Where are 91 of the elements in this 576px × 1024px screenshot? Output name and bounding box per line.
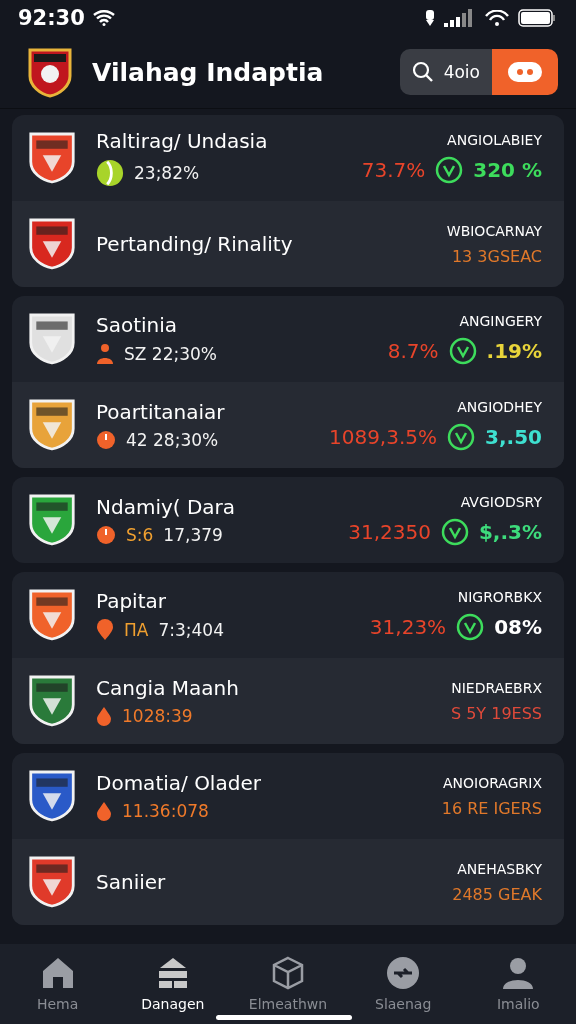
nav-tab[interactable]: Danagen bbox=[117, 955, 228, 1013]
wifi-icon bbox=[484, 10, 510, 26]
stat-prefix: S:6 bbox=[126, 525, 154, 545]
shield-icon bbox=[28, 398, 76, 452]
toggle-button[interactable] bbox=[492, 49, 558, 95]
team-name: Domatia/ Olader bbox=[96, 771, 262, 795]
stat-value: SZ 22;30% bbox=[124, 344, 217, 364]
pin-icon bbox=[96, 619, 114, 641]
stat-value: 42 28;30% bbox=[126, 430, 219, 450]
change-value: 1089,3.5% bbox=[328, 425, 438, 449]
power-icon bbox=[96, 430, 116, 450]
drop-icon bbox=[96, 706, 112, 726]
badge-icon bbox=[448, 337, 477, 365]
shield-icon bbox=[28, 312, 76, 366]
change-value: 31,23% bbox=[369, 615, 447, 639]
nav-tab[interactable]: Slaenag bbox=[348, 955, 459, 1013]
team-row[interactable]: Raltirag/ Undasia 23;82% ANGIOLABIEY 73.7% 320 % bbox=[12, 115, 564, 201]
change-value: 31,2350 bbox=[348, 520, 431, 544]
team-name: Ndamiy( Dara bbox=[96, 495, 237, 519]
badge-icon bbox=[386, 956, 421, 990]
score-value: .19% bbox=[486, 339, 542, 363]
wifi-icon bbox=[92, 10, 115, 26]
stat-value: 17,379 bbox=[163, 525, 223, 545]
stat-value: 11.36:078 bbox=[122, 801, 209, 821]
category-label: ANGIOLABIEY bbox=[447, 132, 542, 148]
team-row[interactable]: Poartitanaiar 42 28;30% ANGIODHEY 1089,3.5% 3,.50 bbox=[12, 382, 564, 468]
category-label: ANOIORAGRIX bbox=[443, 774, 542, 791]
team-row[interactable]: Cangia Maanh 1028:39 NIEDRAEBRX S 5Y 19ESS bbox=[12, 658, 564, 744]
score-value: $,.3% bbox=[478, 520, 542, 544]
badge-icon bbox=[456, 613, 485, 641]
badge-icon bbox=[447, 423, 476, 451]
ball-icon bbox=[96, 159, 124, 187]
stat-value: 23;82% bbox=[134, 163, 200, 183]
category-label: AVGIODSRY bbox=[460, 494, 542, 510]
search-icon bbox=[411, 61, 434, 83]
shield-icon bbox=[28, 131, 76, 185]
category-label: ANEHASBKY bbox=[457, 860, 542, 877]
team-name: Cangia Maanh bbox=[96, 676, 240, 700]
badge-icon bbox=[440, 518, 469, 546]
category-label: NIEDRAEBRX bbox=[451, 679, 542, 696]
cube-icon bbox=[270, 956, 305, 990]
person-icon bbox=[501, 956, 536, 990]
team-name: Raltirag/ Undasia bbox=[96, 129, 269, 153]
category-label: ANGINGERY bbox=[459, 313, 542, 329]
shield-icon bbox=[28, 217, 76, 271]
summary-value: 2485 GEAK bbox=[452, 884, 542, 904]
score-value: 08% bbox=[494, 615, 542, 639]
power-icon bbox=[96, 525, 116, 545]
score-value: 3,.50 bbox=[485, 425, 542, 449]
person-icon bbox=[96, 343, 114, 365]
team-row[interactable]: Saotinia SZ 22;30% ANGINGERY 8.7% .19% bbox=[12, 296, 564, 382]
summary-value: S 5Y 19ESS bbox=[450, 703, 542, 723]
score-value: 320 % bbox=[473, 158, 542, 182]
team-row[interactable]: Papitar ΠA 7:3;404 NIGRORBKX 31,23% 08% bbox=[12, 572, 564, 658]
team-name: Saniier bbox=[96, 870, 167, 894]
team-name: Pertanding/ Rinality bbox=[96, 232, 294, 256]
category-label: ANGIODHEY bbox=[457, 399, 542, 415]
app-title: Vilahag Indaptia bbox=[92, 57, 325, 87]
shield-icon bbox=[28, 855, 76, 909]
team-row[interactable]: Domatia/ Olader 11.36:078 ANOIORAGRIX 16 RE IGERS bbox=[12, 753, 564, 839]
team-name: Papitar bbox=[96, 589, 167, 613]
stat-value: 1028:39 bbox=[122, 706, 193, 726]
category-label: NIGRORBKX bbox=[457, 589, 542, 605]
status-time: 92:30 bbox=[18, 6, 85, 30]
shield-icon bbox=[28, 588, 76, 642]
team-row[interactable]: Saniier ANEHASBKY 2485 GEAK bbox=[12, 839, 564, 925]
stat-value: 7:3;404 bbox=[158, 620, 224, 640]
change-value: 8.7% bbox=[387, 339, 439, 363]
summary-value: 16 RE IGERS bbox=[441, 798, 542, 818]
nav-tab[interactable]: Elmeathwn bbox=[232, 955, 343, 1013]
battery-icon bbox=[518, 9, 556, 27]
notification-icon bbox=[424, 9, 436, 27]
toggle-icon bbox=[507, 61, 543, 83]
drop-icon bbox=[96, 801, 112, 821]
badge-icon bbox=[435, 156, 464, 184]
crest-logo-icon bbox=[26, 46, 74, 98]
team-name: Poartitanaiar bbox=[96, 400, 226, 424]
shield-icon bbox=[28, 493, 76, 547]
search-button[interactable]: 4oio bbox=[399, 49, 492, 95]
shield-icon bbox=[28, 674, 76, 728]
team-row[interactable]: Ndamiy( Dara S:6 17,379 AVGIODSRY 31,2350 $,.3% bbox=[12, 477, 564, 563]
team-row[interactable]: Pertanding/ Rinality WBIOCARNAY 13 3GSEAC bbox=[12, 201, 564, 287]
stat-prefix: ΠA bbox=[124, 620, 149, 640]
house-icon bbox=[40, 956, 75, 990]
summary-value: 13 3GSEAC bbox=[451, 246, 542, 266]
nav-tab[interactable]: Hema bbox=[2, 955, 113, 1013]
change-value: 73.7% bbox=[361, 158, 426, 182]
shield-icon bbox=[28, 769, 76, 823]
team-name: Saotinia bbox=[96, 313, 179, 337]
category-label: WBIOCARNAY bbox=[446, 222, 542, 239]
nav-tab[interactable]: Imalio bbox=[463, 955, 574, 1013]
